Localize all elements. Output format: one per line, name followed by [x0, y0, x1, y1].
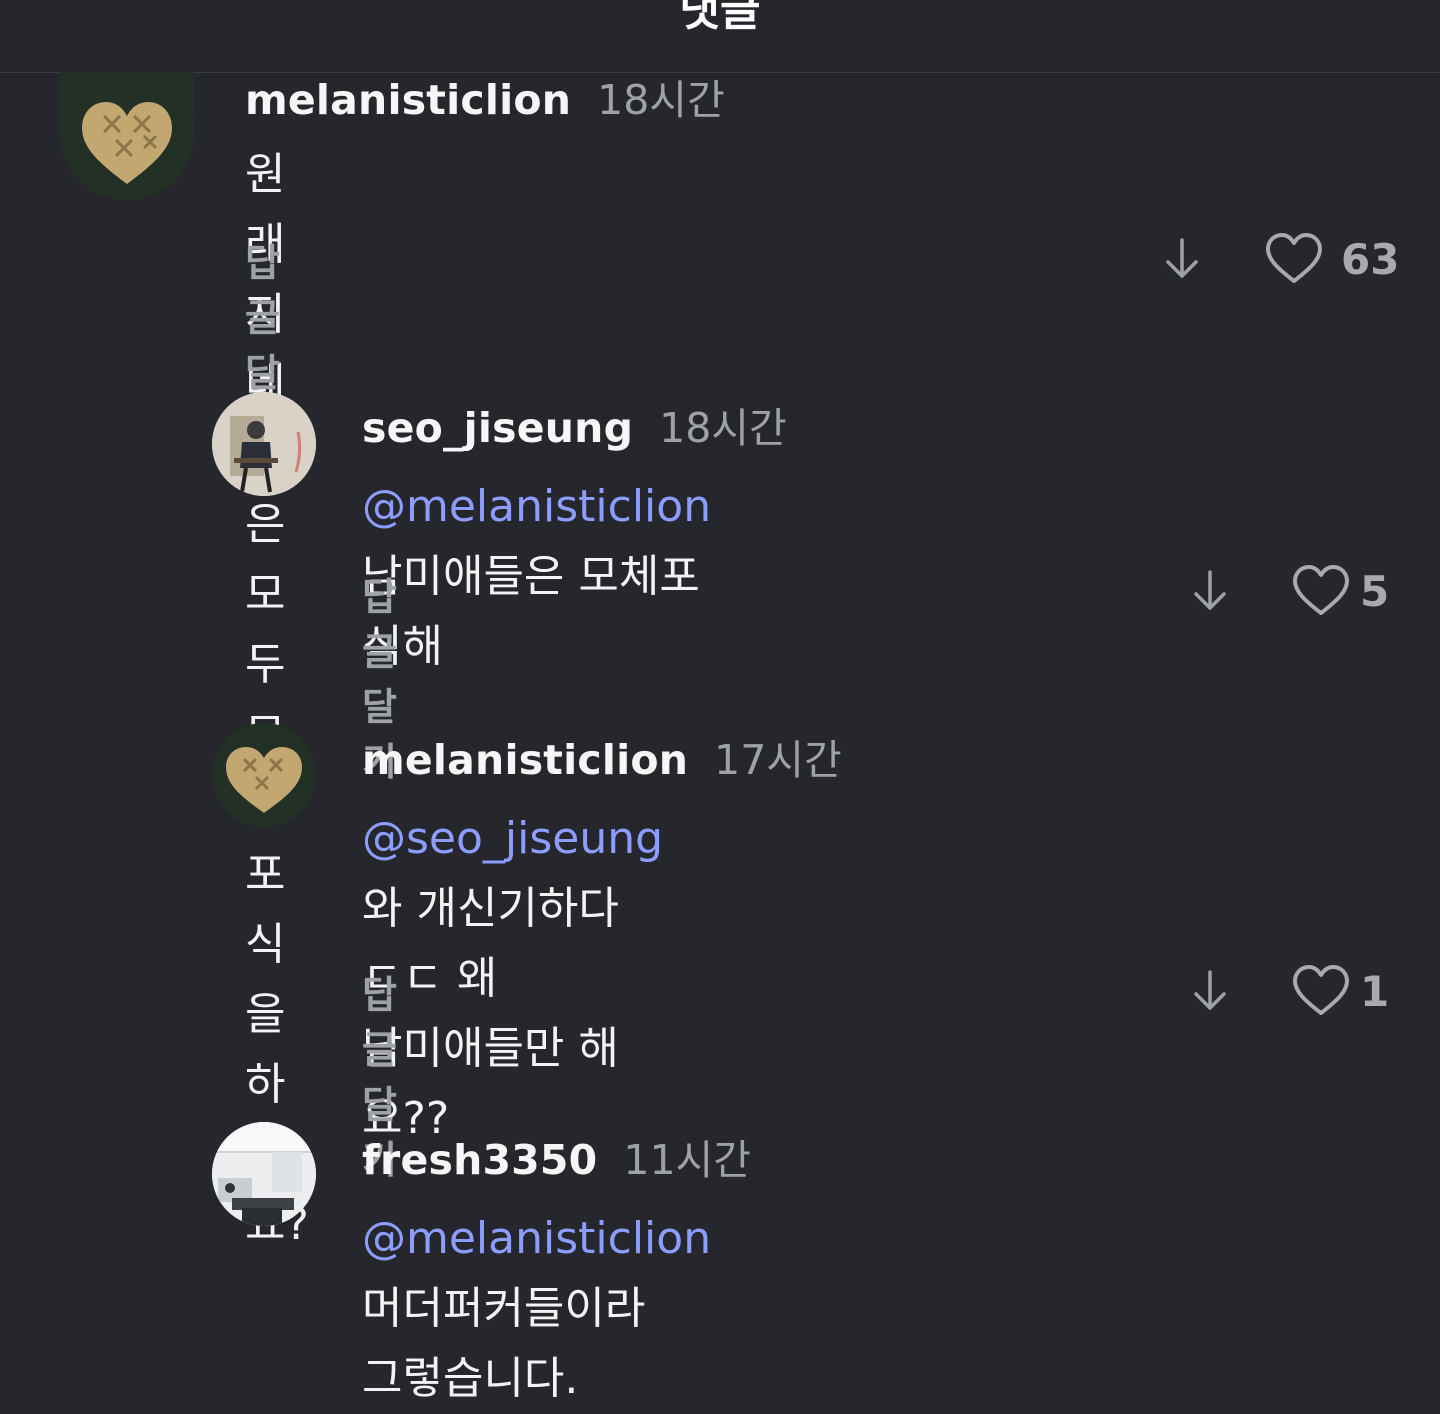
- comment-text: @seo_jiseung 와 개신기하다 ㄷㄷ 왜 남미애들만 해요??: [362, 804, 663, 1154]
- comment-body: 남미애들은 모체포식해: [362, 551, 700, 672]
- heart-outline-icon: [1293, 965, 1349, 1015]
- arrow-down-icon: [1194, 570, 1226, 610]
- like-count: 1: [1360, 966, 1390, 1016]
- avatar[interactable]: [212, 1122, 316, 1226]
- dislike-button[interactable]: [1162, 236, 1202, 286]
- comment-meta: melanisticlion 17시간: [362, 726, 842, 786]
- username[interactable]: melanisticlion: [245, 76, 571, 124]
- comment-meta: melanisticlion 18시간: [245, 66, 725, 126]
- arrow-down-icon: [1166, 238, 1198, 278]
- timestamp: 18시간: [659, 404, 787, 452]
- mention-link[interactable]: @melanisticlion: [362, 481, 711, 532]
- avatar[interactable]: [212, 392, 316, 496]
- office-photo-icon: [212, 1122, 316, 1226]
- dislike-button[interactable]: [1190, 968, 1230, 1018]
- timestamp: 17시간: [714, 736, 842, 784]
- dislike-button[interactable]: [1190, 568, 1230, 618]
- username[interactable]: seo_jiseung: [362, 404, 633, 452]
- heart-icon: [60, 72, 194, 193]
- avatar[interactable]: [212, 723, 316, 827]
- like-count: 63: [1341, 234, 1400, 284]
- like-button[interactable]: 63: [1265, 232, 1399, 286]
- heart-icon: [212, 723, 316, 827]
- comment-meta: seo_jiseung 18시간: [362, 394, 787, 454]
- heart-outline-icon: [1293, 565, 1349, 615]
- comments-header: 댓글: [0, 0, 1440, 73]
- timestamp: 11시간: [623, 1136, 751, 1184]
- username[interactable]: melanisticlion: [362, 736, 688, 784]
- mention-link[interactable]: @melanisticlion: [362, 1213, 711, 1264]
- heart-outline-icon: [1266, 233, 1322, 283]
- person-photo-icon: [212, 392, 316, 496]
- arrow-down-icon: [1194, 970, 1226, 1010]
- like-button[interactable]: 5: [1292, 564, 1389, 618]
- header-title: 댓글: [679, 0, 761, 36]
- like-button[interactable]: 1: [1292, 964, 1389, 1018]
- comment-body: 머더퍼커들이라 그렇습니다.: [362, 1283, 646, 1404]
- timestamp: 18시간: [597, 76, 725, 124]
- mention-link[interactable]: @seo_jiseung: [362, 813, 663, 864]
- comment-body: 와 개신기하다 ㄷㄷ 왜 남미애들만 해요??: [362, 883, 619, 1144]
- like-count: 5: [1360, 566, 1390, 616]
- comment-meta: fresh3350 11시간: [362, 1126, 751, 1186]
- avatar[interactable]: [60, 72, 194, 200]
- comment-text: @melanisticlion 남미애들은 모체포식해: [362, 472, 711, 682]
- username[interactable]: fresh3350: [362, 1136, 597, 1184]
- comment-text: @melanisticlion 머더퍼커들이라 그렇습니다.: [362, 1204, 711, 1414]
